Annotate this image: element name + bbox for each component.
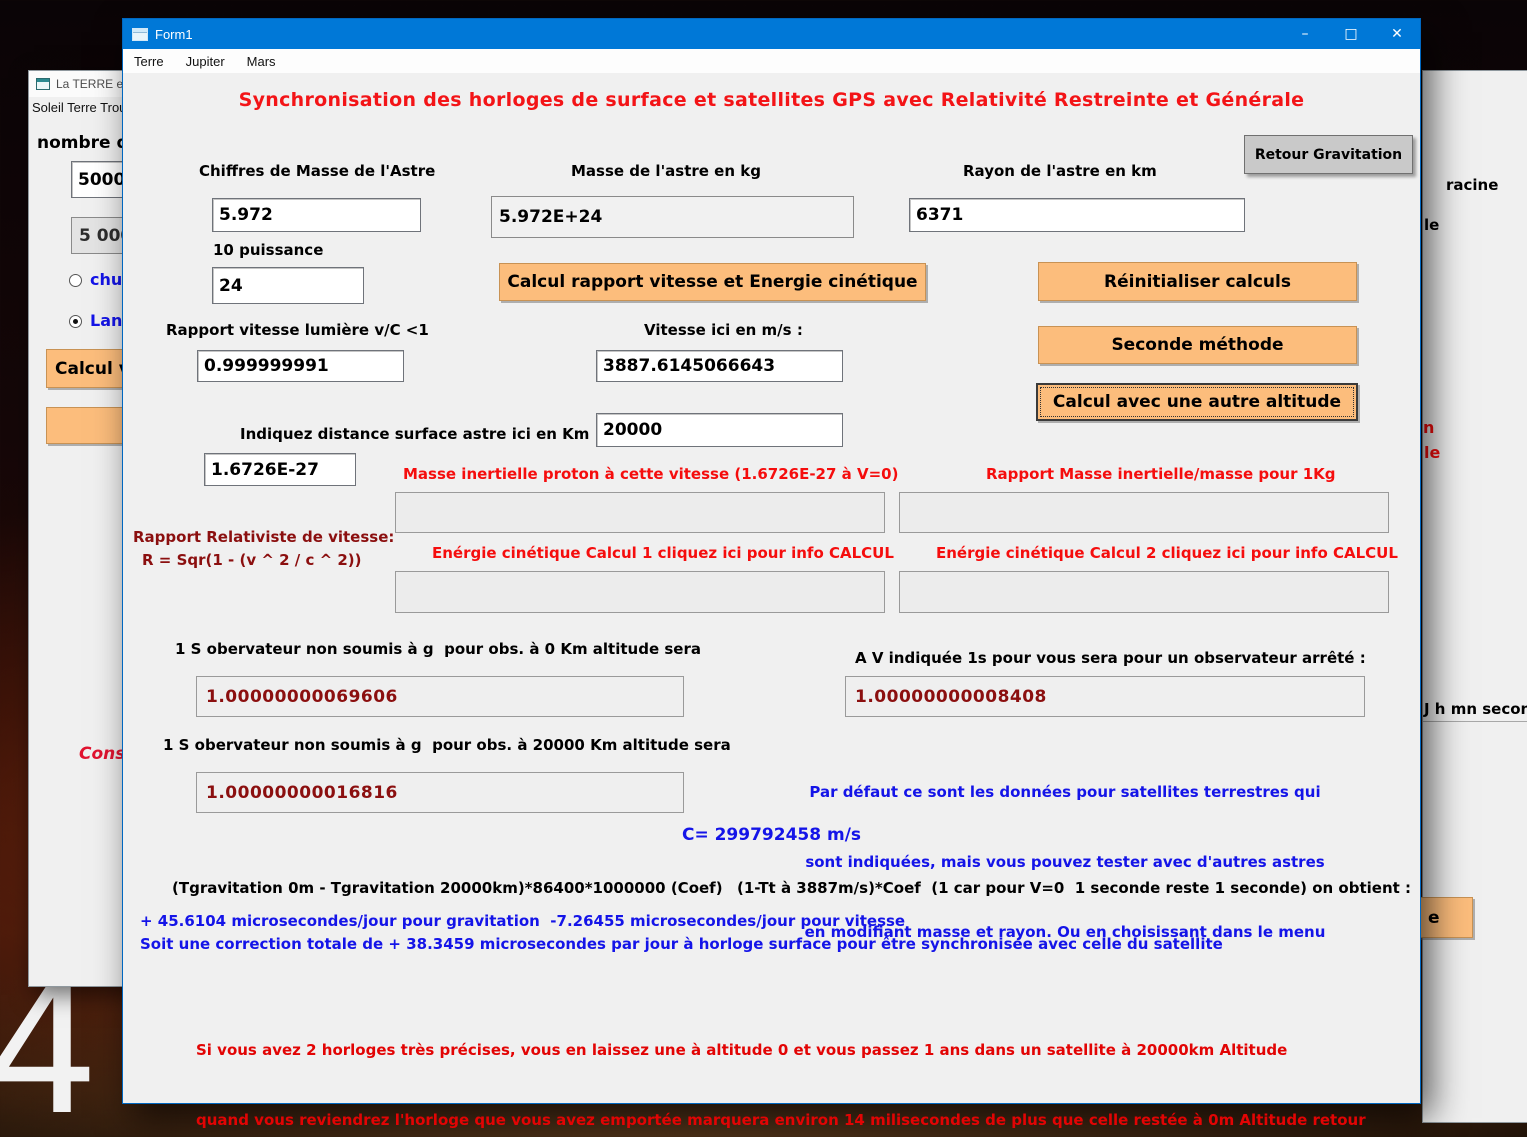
seconde-methode-button[interactable]: Seconde méthode <box>1038 326 1357 364</box>
obs-0km-label: 1 S obervateur non soumis à g pour obs. … <box>175 640 701 658</box>
time-units-label: J h mn seconde <box>1424 700 1527 718</box>
masse-proton-input[interactable] <box>204 453 356 486</box>
masse-kg-field: 5.972E+24 <box>491 196 854 238</box>
masse-inertielle-field[interactable] <box>395 492 885 533</box>
masse-inertielle-label: Masse inertielle proton à cette vitesse … <box>403 465 899 483</box>
retour-gravitation-button[interactable]: Retour Gravitation <box>1244 135 1413 174</box>
rapport-relativiste-label-2: R = Sqr(1 - (v ^ 2 / c ^ 2)) <box>142 551 362 569</box>
c-value-label: C= 299792458 m/s <box>681 825 862 845</box>
energie1-label[interactable]: Enérgie cinétique Calcul 1 cliquez ici p… <box>432 544 894 562</box>
rapport-masse-field[interactable] <box>899 492 1389 533</box>
window-icon <box>36 78 50 90</box>
energie1-field[interactable] <box>395 571 885 613</box>
maximize-button[interactable]: □ <box>1328 19 1374 49</box>
vitesse-input[interactable] <box>596 350 843 382</box>
rapport-vc-label: Rapport vitesse lumière v/C <1 <box>166 321 429 339</box>
menu-mars[interactable]: Mars <box>247 54 276 69</box>
obs-20000km-label: 1 S obervateur non soumis à g pour obs. … <box>163 736 731 754</box>
form1-titlebar: Form1 – □ ✕ <box>123 19 1420 49</box>
correction-line2: Soit une correction totale de + 38.3459 … <box>140 935 1223 953</box>
minimize-button[interactable]: – <box>1282 19 1328 49</box>
correction-line1: + 45.6104 microsecondes/jour pour gravit… <box>140 912 906 930</box>
chiffres-masse-label: Chiffres de Masse de l'Astre <box>199 162 436 180</box>
energie2-field[interactable] <box>899 571 1389 613</box>
vitesse-ici-label: Vitesse ici en m/s : <box>644 321 803 339</box>
cons-label: Cons <box>79 744 126 764</box>
nombre-label: nombre d <box>37 133 129 153</box>
radio-land[interactable] <box>69 315 82 328</box>
rayon-km-label: Rayon de l'astre en km <box>963 162 1157 180</box>
panel-divider <box>1423 721 1527 722</box>
fragment-button[interactable]: e <box>1415 897 1473 938</box>
form1-window: Form1 – □ ✕ Terre Jupiter Mars Synchroni… <box>122 18 1421 1129</box>
background-window-menubar[interactable]: Soleil Terre Trous <box>32 100 133 115</box>
radio-chute[interactable] <box>69 274 82 287</box>
page-title: Synchronisation des horloges de surface … <box>238 89 1305 111</box>
dix-puissance-label: 10 puissance <box>213 241 324 259</box>
obs-20000km-value[interactable]: 1.00000000016816 <box>196 772 684 813</box>
menu-terre[interactable]: Terre <box>134 54 164 69</box>
av-indiquee-label: A V indiquée 1s pour vous sera pour un o… <box>855 649 1366 667</box>
rapport-masse-1kg-label: Rapport Masse inertielle/masse pour 1Kg <box>986 465 1336 483</box>
bottom-warning-text: Si vous avez 2 horloges très précises, v… <box>196 1040 1366 1130</box>
menu-jupiter[interactable]: Jupiter <box>186 54 225 69</box>
chiffres-masse-input[interactable] <box>212 198 421 232</box>
distance-input[interactable] <box>596 413 843 447</box>
form1-title: Form1 <box>155 26 193 42</box>
form-icon <box>132 27 148 41</box>
tgrav-right-label: (1-Tt à 3887m/s)*Coef (1 car pour V=0 1 … <box>737 879 1412 897</box>
rapport-vc-input[interactable] <box>197 350 404 382</box>
close-button[interactable]: ✕ <box>1374 19 1420 49</box>
form1-menubar: Terre Jupiter Mars <box>123 49 1420 73</box>
energie2-label[interactable]: Enérgie cinétique Calcul 2 cliquez ici p… <box>936 544 1398 562</box>
wallpaper-numeral: 4 <box>0 947 100 1137</box>
obs-0km-value[interactable]: 1.00000000069606 <box>196 676 684 717</box>
tgrav-left-label: (Tgravitation 0m - Tgravitation 20000km)… <box>172 879 723 897</box>
masse-kg-label: Masse de l'astre en kg <box>571 162 761 180</box>
le-label: le <box>1424 216 1440 234</box>
autre-altitude-button[interactable]: Calcul avec une autre altitude <box>1036 383 1358 421</box>
reinitialiser-button[interactable]: Réinitialiser calculs <box>1038 262 1357 301</box>
av-1s-value[interactable]: 1.00000000008408 <box>845 676 1365 717</box>
background-window-title: La TERRE et <box>56 77 127 91</box>
calcul-rapport-button[interactable]: Calcul rapport vitesse et Energie cinéti… <box>499 263 926 301</box>
puissance-input[interactable] <box>212 267 364 304</box>
le-red-label: le <box>1424 443 1441 462</box>
n-red-label: n <box>1423 418 1435 437</box>
rayon-km-input[interactable] <box>909 198 1245 232</box>
rapport-relativiste-label-1: Rapport Relativiste de vitesse: <box>133 528 395 546</box>
racine-label: racine <box>1446 176 1499 194</box>
indiquez-distance-label: Indiquez distance surface astre ici en K… <box>240 425 601 443</box>
background-window-right: racine le n le J h mn seconde e <box>1415 70 1527 1123</box>
